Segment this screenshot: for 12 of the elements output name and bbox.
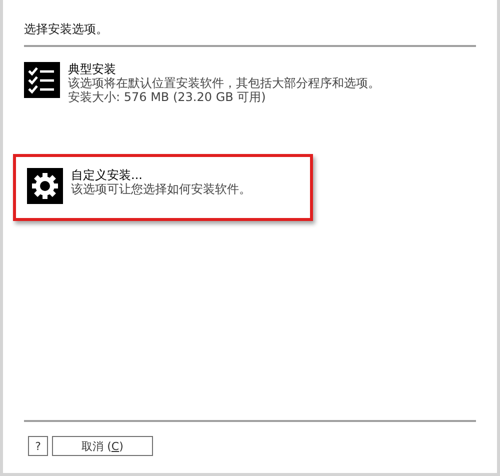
page-heading: 选择安装选项。: [24, 21, 109, 38]
option-description: 该选项可让您选择如何安装软件。: [71, 182, 251, 196]
checklist-icon: [24, 62, 60, 98]
option-title: 自定义安装...: [71, 168, 144, 182]
option-description: 该选项将在默认位置安装软件，其包括大部分程序和选项。: [68, 76, 380, 90]
gear-icon: [27, 168, 63, 204]
option-title: 典型安装: [68, 62, 117, 76]
install-option[interactable]: 自定义安装... 该选项可让您选择如何安装软件。: [13, 154, 313, 221]
install-size-text: 安装大小: 576 MB (23.20 GB 可用): [68, 90, 267, 104]
cancel-button[interactable]: 取消 (C): [52, 436, 153, 456]
help-button[interactable]: ?: [28, 436, 48, 456]
install-option[interactable]: 典型安装 该选项将在默认位置安装软件，其包括大部分程序和选项。 安装大小: 576 MB (23.20 GB 可用): [24, 62, 380, 104]
